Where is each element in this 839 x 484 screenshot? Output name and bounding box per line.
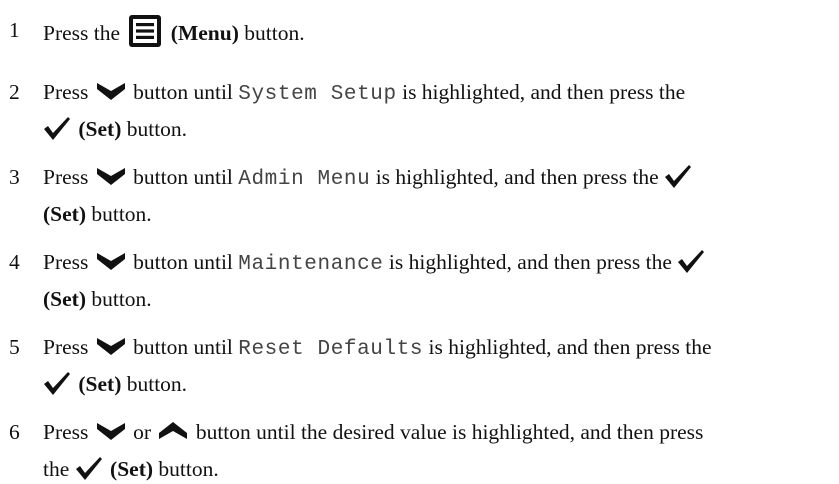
step-4-line-2: (Set) button. [43,287,152,311]
step-number: 2 [9,80,20,104]
checkmark-icon [678,250,705,274]
down-arrow-icon [96,168,125,186]
step-number: 4 [9,250,20,274]
step-number: 3 [9,165,20,189]
step-6-line-2: the (Set) button. [43,457,219,481]
checkmark-icon [44,117,70,141]
step-4-line-1: Press button until Maintenance is highli… [43,250,707,277]
down-arrow-icon [96,338,125,356]
menu-item-name: System Setup [238,83,397,106]
set-label: (Set) [43,202,86,226]
step-6-line-1: Press or button until the desired value … [43,420,704,444]
step-number: 1 [9,18,20,42]
set-label: (Set) [43,287,86,311]
down-arrow-icon [96,253,125,271]
menu-item-name: Reset Defaults [238,338,424,361]
step-3-line-1: Press button until Admin Menu is highlig… [43,165,694,192]
step-2-line-1: Press button until System Setup is highl… [43,80,686,106]
step-number: 5 [9,335,20,359]
checkmark-icon [75,457,102,481]
menu-icon [129,15,162,47]
step-5-line-1: Press button until Reset Defaults is hig… [43,335,712,361]
menu-item-name: Admin Menu [238,168,371,191]
step-2-line-2: (Set) button. [43,117,187,144]
checkmark-icon [665,165,692,189]
menu-label: (Menu) [170,20,239,45]
step-3-line-2: (Set) button. [43,202,152,226]
up-arrow-icon [159,422,188,440]
set-label: (Set) [110,457,154,481]
step-5-line-2: (Set) button. [43,372,187,399]
menu-item-name: Maintenance [238,253,384,276]
set-label: (Set) [78,117,122,141]
step-number: 6 [9,420,20,444]
checkmark-icon [44,372,70,396]
down-arrow-icon [96,423,125,441]
down-arrow-icon [96,83,125,101]
step-1-line-1: Press the (Menu) button. [43,15,305,52]
set-label: (Set) [78,372,122,396]
